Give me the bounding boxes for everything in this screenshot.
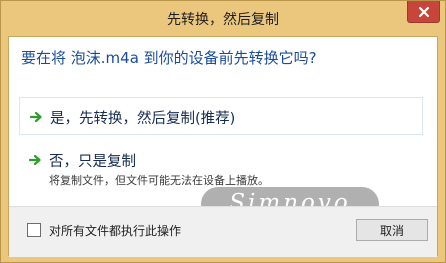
- option-description: 将复制文件，但文件可能无法在设备上播放。: [49, 174, 269, 187]
- option-label: 否，只是复制: [49, 154, 136, 170]
- dialog-body: 要在将 泡沫.m4a 到你的设备前先转换它吗? 是，先转换，然后复制(推荐) 否…: [8, 36, 438, 257]
- title-bar[interactable]: 先转换，然后复制: [1, 1, 445, 36]
- cancel-button[interactable]: 取消: [356, 219, 428, 241]
- dialog-title: 先转换，然后复制: [167, 12, 279, 28]
- dialog-footer: 对所有文件都执行此操作 取消: [9, 206, 437, 257]
- copy-only-option[interactable]: 否，只是复制 将复制文件，但文件可能无法在设备上播放。: [19, 147, 423, 191]
- green-arrow-icon: [29, 154, 41, 166]
- green-arrow-icon: [30, 111, 42, 123]
- convert-then-copy-option[interactable]: 是，先转换，然后复制(推荐): [19, 97, 423, 135]
- option-label: 是，先转换，然后复制(推荐): [50, 111, 236, 127]
- close-x-icon: [418, 6, 429, 17]
- dialog-window: 先转换，然后复制 要在将 泡沫.m4a 到你的设备前先转换它吗? 是，先转换，然…: [0, 0, 446, 263]
- question-text: 要在将 泡沫.m4a 到你的设备前先转换它吗?: [21, 49, 317, 67]
- close-button[interactable]: [407, 1, 440, 23]
- apply-to-all-checkbox[interactable]: [27, 223, 41, 237]
- apply-to-all-label[interactable]: 对所有文件都执行此操作: [49, 222, 181, 239]
